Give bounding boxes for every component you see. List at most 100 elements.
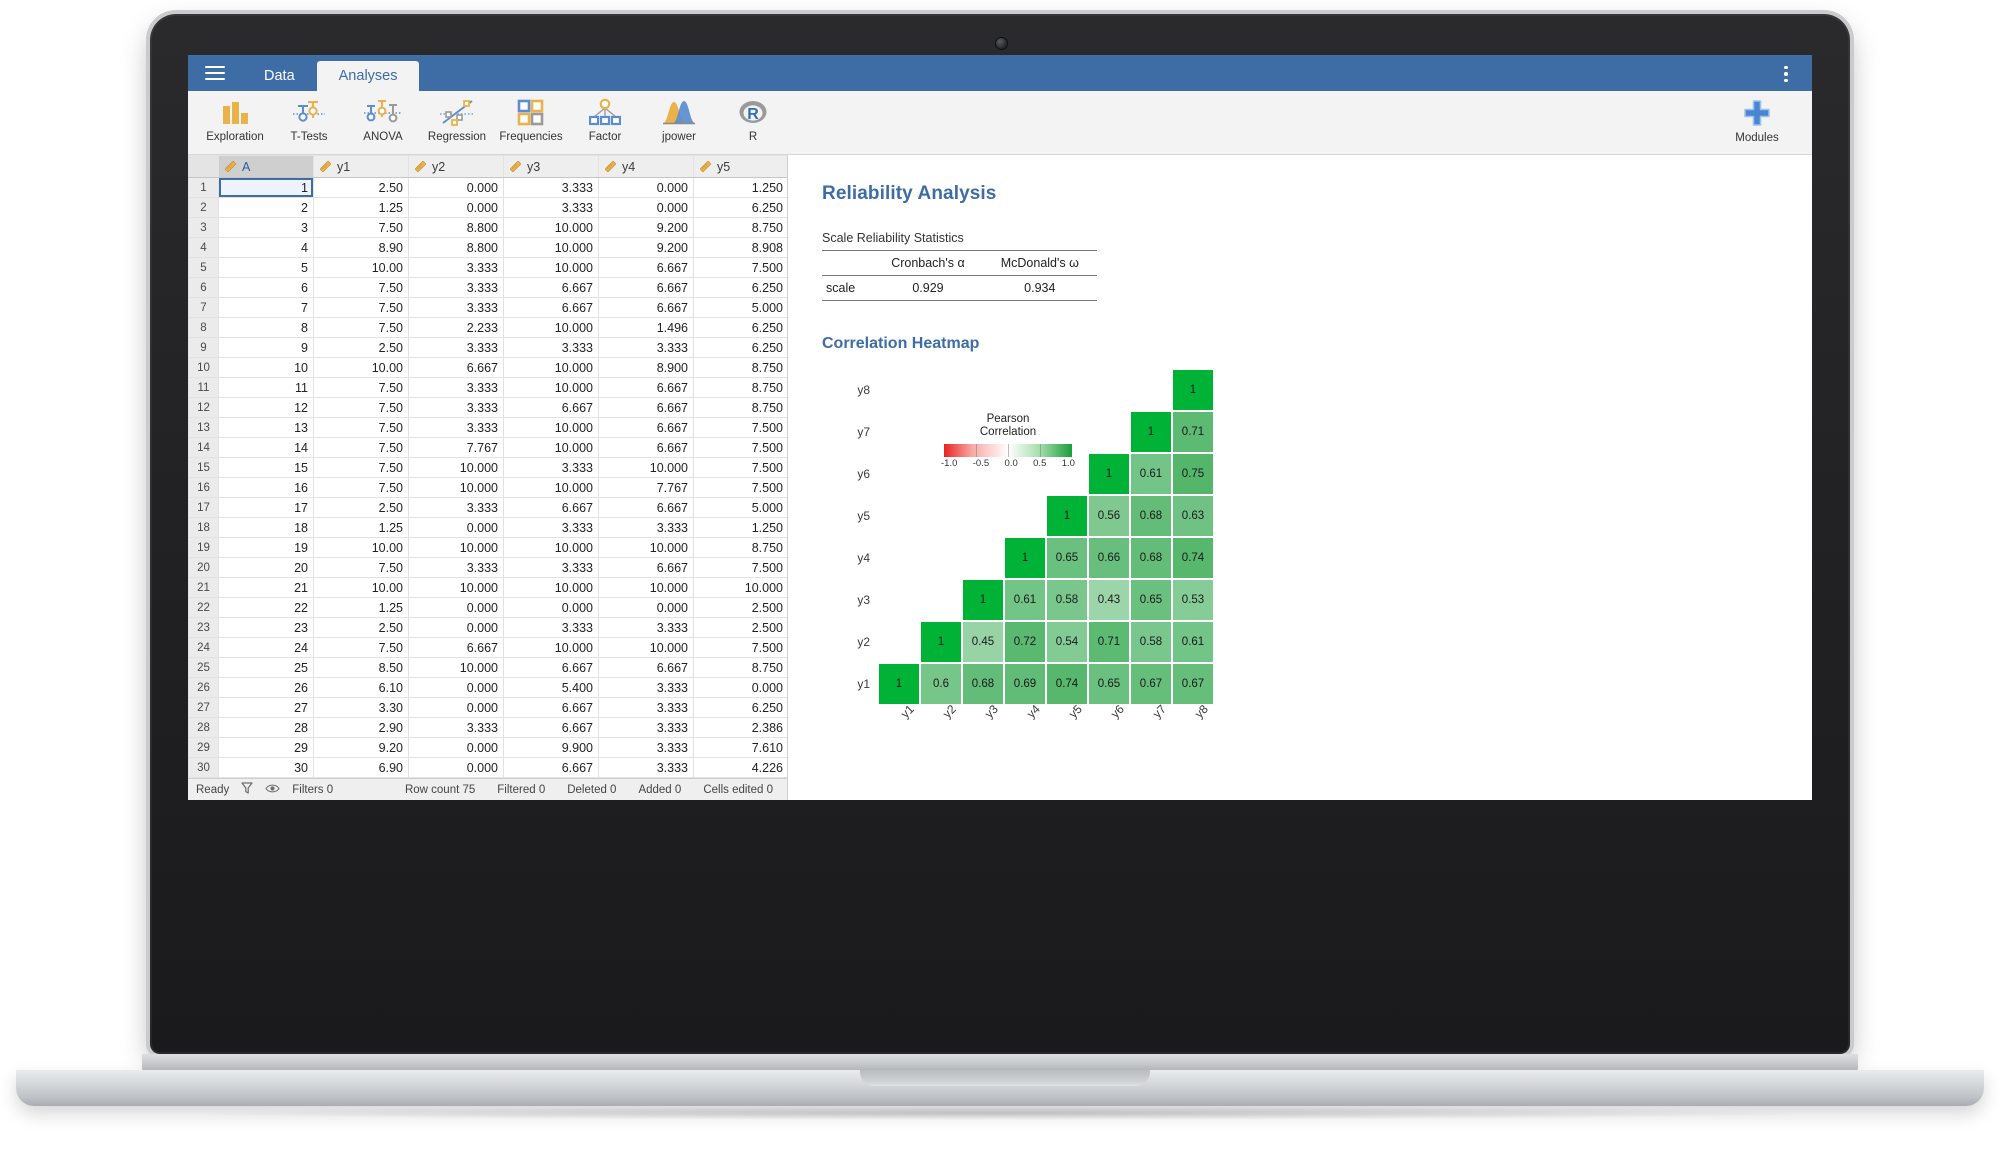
grid-cell[interactable]: 5.400: [503, 677, 599, 698]
grid-cell[interactable]: 0.000: [408, 757, 504, 778]
grid-cell[interactable]: 1.25: [313, 517, 409, 538]
grid-cell[interactable]: 10.000: [408, 577, 504, 598]
grid-cell[interactable]: 6.667: [598, 417, 694, 438]
grid-cell[interactable]: 3.333: [598, 737, 694, 758]
grid-cell[interactable]: 8.750: [693, 537, 787, 558]
grid-cell[interactable]: 2: [218, 197, 314, 218]
grid-cell[interactable]: 3.333: [408, 337, 504, 358]
grid-cell[interactable]: 0.000: [408, 677, 504, 698]
row-number[interactable]: 18: [188, 517, 219, 538]
row-number[interactable]: 12: [188, 397, 219, 418]
row-number[interactable]: 15: [188, 457, 219, 478]
grid-cell[interactable]: 5.000: [693, 297, 787, 318]
table-row[interactable]: 23 23 2.50 0.000 3.333 3.333 2.500: [188, 617, 787, 638]
grid-cell[interactable]: 6.667: [503, 397, 599, 418]
grid-cell[interactable]: 7.500: [693, 437, 787, 458]
grid-cell[interactable]: 3.333: [503, 197, 599, 218]
grid-cell[interactable]: 7.50: [313, 317, 409, 338]
column-header-y4[interactable]: y4: [598, 155, 694, 178]
grid-cell[interactable]: 7.50: [313, 277, 409, 298]
row-number[interactable]: 25: [188, 657, 219, 678]
grid-cell[interactable]: 15: [218, 457, 314, 478]
grid-cell[interactable]: 10.000: [503, 577, 599, 598]
table-row[interactable]: 9 9 2.50 3.333 3.333 3.333 6.250: [188, 337, 787, 358]
grid-cell[interactable]: 6.667: [598, 437, 694, 458]
grid-cell[interactable]: 4: [218, 237, 314, 258]
row-number[interactable]: 2: [188, 197, 219, 218]
grid-cell[interactable]: 1: [218, 177, 314, 198]
grid-cell[interactable]: 3.333: [408, 297, 504, 318]
row-number[interactable]: 5: [188, 257, 219, 278]
results-panel[interactable]: Reliability Analysis Scale Reliability S…: [788, 155, 1812, 800]
grid-cell[interactable]: 16: [218, 477, 314, 498]
grid-cell[interactable]: 0.000: [598, 177, 694, 198]
grid-cell[interactable]: 0.000: [408, 177, 504, 198]
grid-cell[interactable]: 0.000: [408, 597, 504, 618]
row-number[interactable]: 9: [188, 337, 219, 358]
grid-cell[interactable]: 6.667: [503, 297, 599, 318]
grid-cell[interactable]: 3: [218, 217, 314, 238]
grid-cell[interactable]: 6.667: [503, 497, 599, 518]
table-row[interactable]: 11 11 7.50 3.333 10.000 6.667 8.750: [188, 377, 787, 398]
grid-cell[interactable]: 25: [218, 657, 314, 678]
grid-cell[interactable]: 3.333: [408, 497, 504, 518]
grid-cell[interactable]: 3.333: [408, 557, 504, 578]
grid-cell[interactable]: 2.50: [313, 617, 409, 638]
grid-cell[interactable]: 6.250: [693, 337, 787, 358]
table-row[interactable]: 22 22 1.25 0.000 0.000 0.000 2.500: [188, 597, 787, 618]
ribbon-button-ttests[interactable]: T-Tests: [272, 93, 346, 153]
grid-cell[interactable]: 6.667: [408, 357, 504, 378]
ribbon-button-factor[interactable]: Factor: [568, 93, 642, 153]
table-row[interactable]: 15 15 7.50 10.000 3.333 10.000 7.500: [188, 457, 787, 478]
grid-cell[interactable]: 10.000: [598, 457, 694, 478]
grid-cell[interactable]: 24: [218, 637, 314, 658]
grid-cell[interactable]: 0.000: [408, 737, 504, 758]
grid-cell[interactable]: 7.50: [313, 457, 409, 478]
grid-cell[interactable]: 6.667: [503, 657, 599, 678]
grid-cell[interactable]: 17: [218, 497, 314, 518]
grid-cell[interactable]: 6.10: [313, 677, 409, 698]
table-row[interactable]: 18 18 1.25 0.000 3.333 3.333 1.250: [188, 517, 787, 538]
ribbon-button-frequencies[interactable]: Frequencies: [494, 93, 568, 153]
grid-cell[interactable]: 2.500: [693, 617, 787, 638]
tab-analyses[interactable]: Analyses: [316, 61, 420, 91]
grid-cell[interactable]: 10.000: [503, 477, 599, 498]
table-row[interactable]: 3 3 7.50 8.800 10.000 9.200 8.750: [188, 217, 787, 238]
grid-cell[interactable]: 7.500: [693, 477, 787, 498]
row-number[interactable]: 30: [188, 757, 219, 778]
grid-cell[interactable]: 14: [218, 437, 314, 458]
grid-cell[interactable]: 8.750: [693, 397, 787, 418]
row-number[interactable]: 10: [188, 357, 219, 378]
grid-cell[interactable]: 6.667: [503, 717, 599, 738]
grid-cell[interactable]: 8.90: [313, 237, 409, 258]
grid-cell[interactable]: 3.333: [408, 397, 504, 418]
grid-cell[interactable]: 6.667: [408, 637, 504, 658]
grid-cell[interactable]: 7.500: [693, 557, 787, 578]
table-row[interactable]: 8 8 7.50 2.233 10.000 1.496 6.250: [188, 317, 787, 338]
grid-cell[interactable]: 9.20: [313, 737, 409, 758]
column-header-y5[interactable]: y5: [693, 155, 787, 178]
ribbon-button-anova[interactable]: ANOVA: [346, 93, 420, 153]
table-row[interactable]: 1 1 2.50 0.000 3.333 0.000 1.250: [188, 177, 787, 198]
grid-cell[interactable]: 3.333: [598, 617, 694, 638]
ribbon-button-regression[interactable]: Regression: [420, 93, 494, 153]
grid-cell[interactable]: 3.333: [598, 677, 694, 698]
row-number[interactable]: 29: [188, 737, 219, 758]
grid-cell[interactable]: 19: [218, 537, 314, 558]
row-number[interactable]: 8: [188, 317, 219, 338]
grid-corner-cell[interactable]: [188, 155, 219, 178]
grid-cell[interactable]: 10.000: [503, 217, 599, 238]
funnel-icon[interactable]: [241, 781, 253, 798]
grid-cell[interactable]: 0.000: [408, 617, 504, 638]
grid-cell[interactable]: 3.333: [408, 377, 504, 398]
grid-cell[interactable]: 6.667: [598, 277, 694, 298]
grid-cell[interactable]: 3.333: [598, 337, 694, 358]
grid-cell[interactable]: 2.50: [313, 497, 409, 518]
grid-cell[interactable]: 3.333: [598, 697, 694, 718]
grid-cell[interactable]: 21: [218, 577, 314, 598]
grid-cell[interactable]: 7.50: [313, 377, 409, 398]
table-row[interactable]: 19 19 10.00 10.000 10.000 10.000 8.750: [188, 537, 787, 558]
column-header-y1[interactable]: y1: [313, 155, 409, 178]
grid-cell[interactable]: 6.90: [313, 757, 409, 778]
grid-cell[interactable]: 6: [218, 277, 314, 298]
